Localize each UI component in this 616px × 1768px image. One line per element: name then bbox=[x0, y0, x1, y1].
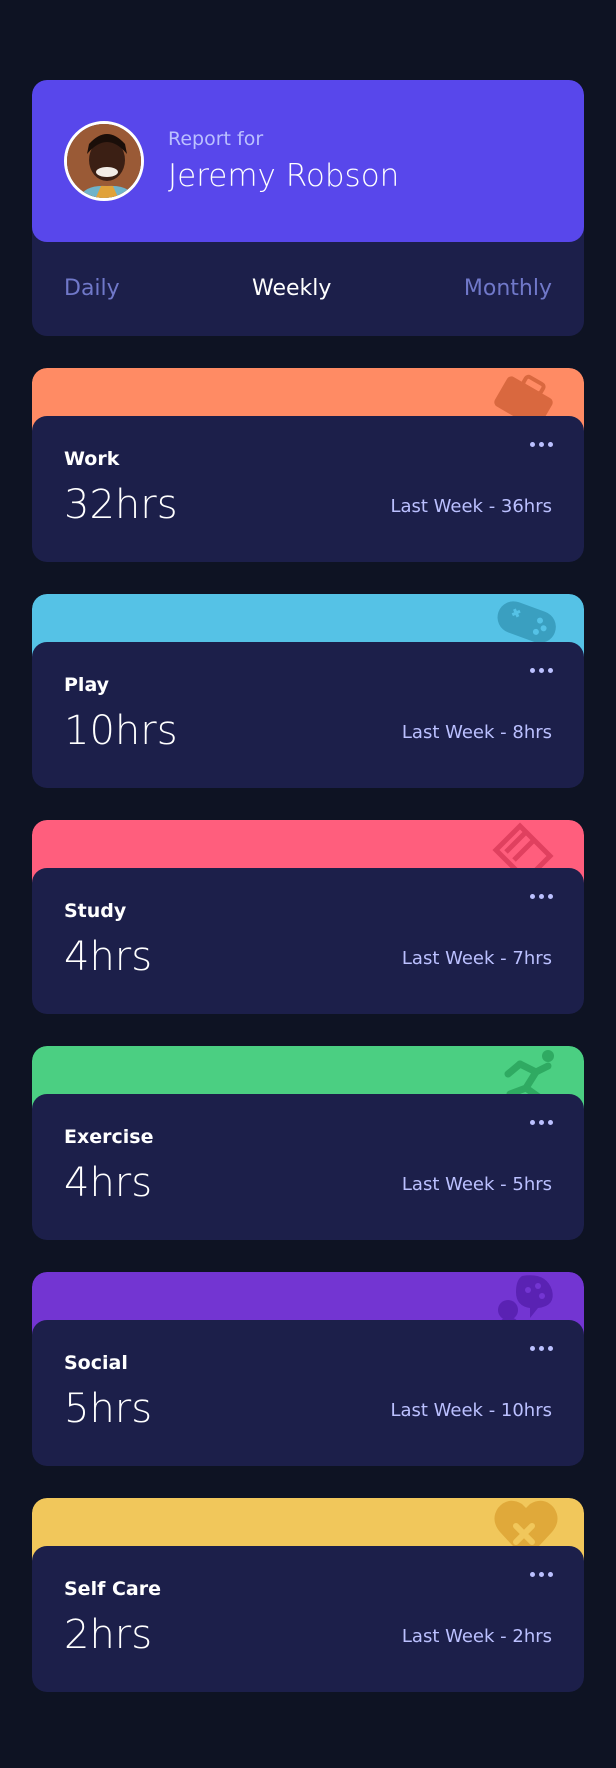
card-title: Exercise bbox=[64, 1126, 154, 1148]
tracking-dashboard: Report for Jeremy Robson Daily Weekly Mo… bbox=[32, 80, 584, 1692]
previous-hours: Last Week - 7hrs bbox=[401, 948, 552, 969]
previous-hours: Last Week - 5hrs bbox=[401, 1174, 552, 1195]
card-body[interactable]: Work 32hrs Last Week - 36hrs bbox=[32, 416, 584, 562]
previous-hours: Last Week - 2hrs bbox=[401, 1626, 552, 1647]
user-name: Jeremy Robson bbox=[168, 158, 400, 194]
tab-monthly[interactable]: Monthly bbox=[464, 276, 552, 301]
ellipsis-menu-icon[interactable] bbox=[530, 438, 554, 450]
current-hours: 2hrs bbox=[64, 1612, 153, 1658]
timeframe-tabs: Daily Weekly Monthly bbox=[32, 242, 584, 336]
card-body[interactable]: Play 10hrs Last Week - 8hrs bbox=[32, 642, 584, 788]
current-hours: 4hrs bbox=[64, 1160, 153, 1206]
previous-hours: Last Week - 10hrs bbox=[390, 1400, 552, 1421]
current-hours: 10hrs bbox=[64, 708, 178, 754]
tab-weekly[interactable]: Weekly bbox=[252, 276, 331, 301]
card-title: Play bbox=[64, 674, 110, 696]
card-body[interactable]: Social 5hrs Last Week - 10hrs bbox=[32, 1320, 584, 1466]
activity-card-study: Study 4hrs Last Week - 7hrs bbox=[32, 820, 584, 1014]
current-hours: 4hrs bbox=[64, 934, 153, 980]
activity-card-work: Work 32hrs Last Week - 36hrs bbox=[32, 368, 584, 562]
card-title: Social bbox=[64, 1352, 128, 1374]
ellipsis-menu-icon[interactable] bbox=[530, 890, 554, 902]
profile-card: Report for Jeremy Robson Daily Weekly Mo… bbox=[32, 80, 584, 336]
ellipsis-menu-icon[interactable] bbox=[530, 1568, 554, 1580]
card-title: Study bbox=[64, 900, 127, 922]
card-body[interactable]: Study 4hrs Last Week - 7hrs bbox=[32, 868, 584, 1014]
card-title: Self Care bbox=[64, 1578, 161, 1600]
ellipsis-menu-icon[interactable] bbox=[530, 1116, 554, 1128]
tab-daily[interactable]: Daily bbox=[64, 276, 120, 301]
previous-hours: Last Week - 8hrs bbox=[401, 722, 552, 743]
avatar bbox=[64, 121, 144, 201]
current-hours: 5hrs bbox=[64, 1386, 153, 1432]
profile-header: Report for Jeremy Robson bbox=[32, 80, 584, 242]
activity-card-social: Social 5hrs Last Week - 10hrs bbox=[32, 1272, 584, 1466]
activity-card-self-care: Self Care 2hrs Last Week - 2hrs bbox=[32, 1498, 584, 1692]
ellipsis-menu-icon[interactable] bbox=[530, 1342, 554, 1354]
activity-card-play: Play 10hrs Last Week - 8hrs bbox=[32, 594, 584, 788]
card-body[interactable]: Self Care 2hrs Last Week - 2hrs bbox=[32, 1546, 584, 1692]
activity-card-exercise: Exercise 4hrs Last Week - 5hrs bbox=[32, 1046, 584, 1240]
previous-hours: Last Week - 36hrs bbox=[390, 496, 552, 517]
current-hours: 32hrs bbox=[64, 482, 178, 528]
card-title: Work bbox=[64, 448, 120, 470]
ellipsis-menu-icon[interactable] bbox=[530, 664, 554, 676]
card-body[interactable]: Exercise 4hrs Last Week - 5hrs bbox=[32, 1094, 584, 1240]
report-for-label: Report for bbox=[168, 128, 264, 150]
